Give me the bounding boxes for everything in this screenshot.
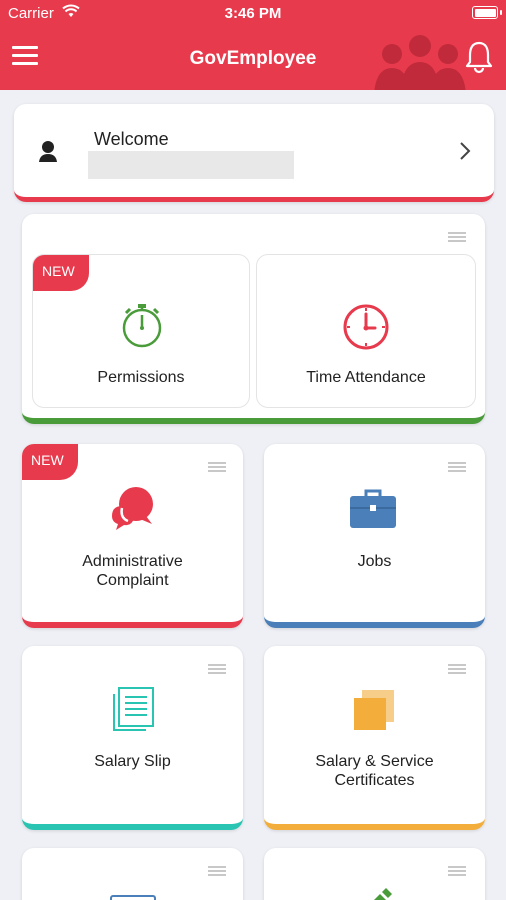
bottom-left-tile[interactable] [22, 848, 243, 900]
new-badge: NEW [33, 255, 89, 291]
administrative-complaint-tile[interactable]: NEW Administrative Complaint [22, 444, 243, 628]
status-time: 3:46 PM [224, 5, 282, 22]
app-header: GovEmployee [0, 28, 506, 90]
time-attendance-tile[interactable]: Time Attendance [256, 254, 476, 408]
user-name-placeholder [88, 151, 294, 179]
document-list-icon [113, 687, 154, 731]
bottom-right-tile[interactable] [264, 848, 485, 900]
chevron-right-icon [460, 142, 471, 160]
welcome-card[interactable]: Welcome [14, 104, 494, 202]
user-icon [39, 141, 57, 162]
drag-handle-icon[interactable] [448, 866, 466, 876]
people-silhouette-icon [374, 35, 466, 90]
bell-icon[interactable] [464, 40, 494, 74]
welcome-label: Welcome [94, 129, 169, 149]
briefcase-icon [350, 489, 396, 528]
drag-handle-icon[interactable] [448, 232, 466, 242]
drag-handle-icon[interactable] [448, 462, 466, 472]
new-badge: NEW [22, 444, 78, 480]
battery-icon [472, 6, 502, 19]
clock-icon [343, 304, 389, 350]
status-bar: Carrier 3:46 PM [0, 0, 506, 28]
drag-handle-icon[interactable] [448, 664, 466, 674]
administrative-complaint-label-line1: Administrative [82, 553, 183, 570]
chat-bubbles-icon [112, 487, 153, 530]
pencil-icon [374, 888, 392, 900]
jobs-label: Jobs [357, 553, 392, 570]
certificates-label-line2: Certificates [334, 772, 415, 789]
drag-handle-icon[interactable] [208, 462, 226, 472]
partial-icon [110, 895, 156, 900]
drag-handle-icon[interactable] [208, 866, 226, 876]
copy-documents-icon [354, 690, 394, 730]
salary-service-certificates-tile[interactable]: Salary & Service Certificates [264, 646, 485, 830]
administrative-complaint-label-line2: Complaint [96, 572, 169, 589]
permissions-tile[interactable]: NEW Permissions [32, 254, 250, 408]
permissions-label: Permissions [97, 369, 185, 386]
salary-slip-label: Salary Slip [94, 753, 171, 770]
salary-slip-tile[interactable]: Salary Slip [22, 646, 243, 830]
attendance-card: NEW Permissions Time Attendance [22, 214, 485, 424]
certificates-label-line1: Salary & Service [315, 753, 434, 770]
stopwatch-icon [122, 304, 162, 348]
drag-handle-icon[interactable] [208, 664, 226, 674]
jobs-tile[interactable]: Jobs [264, 444, 485, 628]
time-attendance-label: Time Attendance [306, 369, 426, 386]
